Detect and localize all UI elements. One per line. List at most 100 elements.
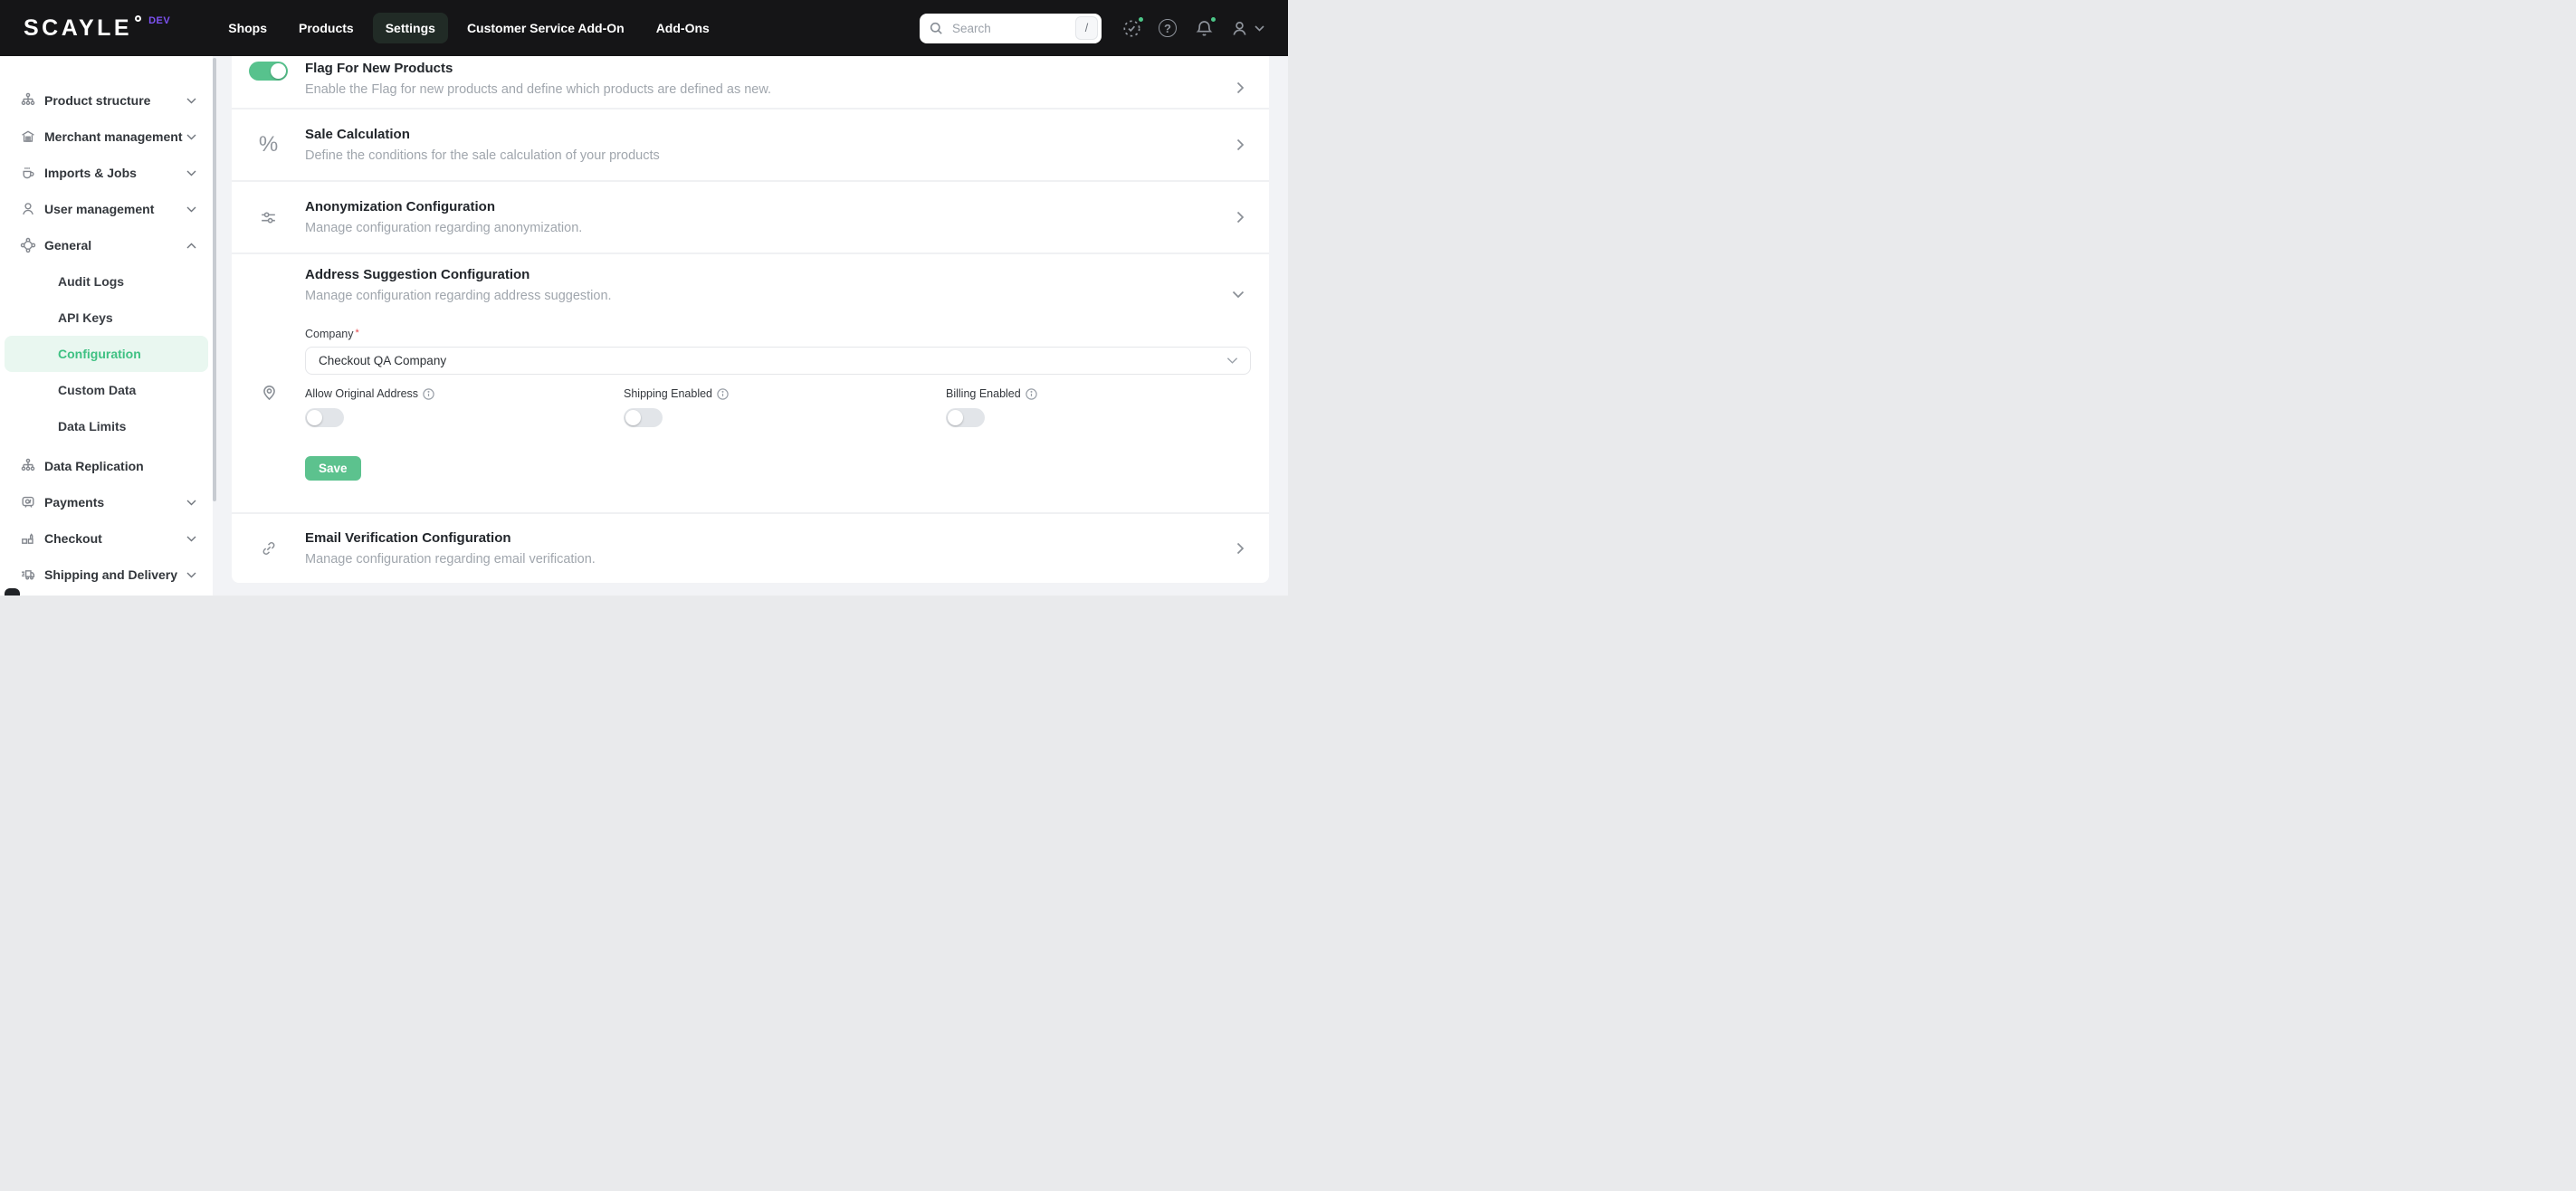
sitemap-icon bbox=[20, 458, 36, 474]
settings-card: Flag For New Products Enable the Flag fo… bbox=[232, 56, 1269, 583]
row-title: Address Suggestion Configuration bbox=[305, 267, 530, 282]
app-root: SCAYLE DEV Shops Products Settings Custo… bbox=[0, 0, 1288, 596]
sidebar-subitem-label: API Keys bbox=[58, 310, 113, 325]
billing-enabled-toggle[interactable] bbox=[946, 408, 985, 427]
logo-ring-icon bbox=[135, 14, 142, 22]
chevron-down-icon bbox=[186, 170, 196, 176]
sidebar-item-data-replication[interactable]: Data Replication bbox=[0, 448, 213, 484]
chevron-right-icon[interactable] bbox=[1236, 138, 1245, 151]
company-select[interactable]: Checkout QA Company bbox=[305, 347, 1251, 375]
user-icon bbox=[20, 201, 36, 217]
toggle-knob bbox=[948, 410, 963, 425]
save-button[interactable]: Save bbox=[305, 456, 361, 481]
bell-notification-dot bbox=[1209, 15, 1217, 24]
sidebar-item-checkout[interactable]: Checkout bbox=[0, 520, 213, 557]
sidebar-subitem-label: Data Limits bbox=[58, 419, 127, 434]
coffee-icon bbox=[20, 165, 36, 181]
settings-row-address-suggestion-configuration: Address Suggestion Configuration Manage … bbox=[232, 254, 1269, 512]
toggle-knob bbox=[271, 63, 286, 79]
chevron-right-icon[interactable] bbox=[1236, 542, 1245, 555]
sidebar-item-label: Checkout bbox=[44, 531, 102, 546]
topbar-icons: ? bbox=[1121, 15, 1264, 39]
main-content: Flag For New Products Enable the Flag fo… bbox=[216, 56, 1288, 596]
section-header[interactable]: Address Suggestion Configuration Manage … bbox=[305, 266, 1269, 304]
toggle-field-shipping-enabled: Shipping Enabled bbox=[624, 387, 946, 427]
sidebar-subitem-audit-logs[interactable]: Audit Logs bbox=[0, 263, 213, 300]
sidebar-item-general[interactable]: General bbox=[0, 227, 213, 263]
sidebar-item-payments[interactable]: Payments bbox=[0, 484, 213, 520]
help-icon[interactable]: ? bbox=[1157, 17, 1178, 39]
scayle-logo[interactable]: SCAYLE DEV bbox=[24, 14, 171, 41]
chevron-down-icon bbox=[186, 500, 196, 506]
user-avatar-icon bbox=[1229, 18, 1250, 39]
sidebar-item-user-management[interactable]: User management bbox=[0, 191, 213, 227]
row-description: Manage configuration regarding email ver… bbox=[305, 552, 596, 567]
row-description: Define the conditions for the sale calcu… bbox=[305, 148, 660, 163]
nav-customer-service-add-on[interactable]: Customer Service Add-On bbox=[454, 13, 637, 43]
sidebar-item-label: Payments bbox=[44, 495, 105, 510]
chevron-right-icon[interactable] bbox=[1236, 211, 1245, 224]
search-input[interactable] bbox=[950, 20, 1075, 36]
chevron-down-icon[interactable] bbox=[1232, 291, 1245, 299]
sidebar-item-product-structure[interactable]: Product structure bbox=[0, 82, 213, 119]
toggle-knob bbox=[307, 410, 322, 425]
row-description: Manage configuration regarding address s… bbox=[305, 289, 612, 303]
chevron-down-icon bbox=[186, 98, 196, 104]
chevron-right-icon[interactable] bbox=[1236, 81, 1245, 94]
flag-for-new-products-toggle[interactable] bbox=[249, 62, 288, 81]
info-icon[interactable] bbox=[423, 387, 434, 400]
chevron-down-icon bbox=[1255, 24, 1264, 32]
settings-row-sale-calculation[interactable]: % Sale Calculation Define the conditions… bbox=[232, 110, 1269, 180]
nav-shops[interactable]: Shops bbox=[215, 13, 280, 43]
nav-products[interactable]: Products bbox=[286, 13, 367, 43]
company-select-value: Checkout QA Company bbox=[319, 354, 447, 367]
settings-row-flag-for-new-products[interactable]: Flag For New Products Enable the Flag fo… bbox=[232, 56, 1269, 108]
bell-icon[interactable] bbox=[1193, 15, 1217, 39]
info-icon[interactable] bbox=[1026, 387, 1037, 400]
nav-settings[interactable]: Settings bbox=[372, 13, 448, 43]
row-description: Manage configuration regarding anonymiza… bbox=[305, 221, 583, 235]
shipping-enabled-toggle[interactable] bbox=[624, 408, 663, 427]
sidebar-subitem-data-limits[interactable]: Data Limits bbox=[0, 408, 213, 444]
location-pin-icon bbox=[260, 383, 279, 402]
sidebar-item-label: General bbox=[44, 238, 92, 252]
sidebar-subitem-label: Configuration bbox=[58, 347, 141, 361]
logo-text: SCAYLE bbox=[24, 14, 133, 41]
sidebar-subitem-configuration[interactable]: Configuration bbox=[5, 336, 208, 372]
allow-original-address-toggle[interactable] bbox=[305, 408, 344, 427]
settings-row-email-verification-configuration[interactable]: Email Verification Configuration Manage … bbox=[232, 514, 1269, 583]
address-suggestion-form: Company * Checkout QA Company Allow Origi… bbox=[305, 328, 1251, 512]
toggle-field-billing-enabled: Billing Enabled bbox=[946, 387, 1037, 427]
sidebar-subitem-label: Custom Data bbox=[58, 383, 137, 397]
chevron-down-icon bbox=[186, 206, 196, 213]
chat-widget-button[interactable] bbox=[5, 588, 20, 596]
sidebar-item-merchant-management[interactable]: Merchant management bbox=[0, 119, 213, 155]
sidebar: Product structure Merchant management Im… bbox=[0, 56, 213, 596]
settings-row-anonymization-configuration[interactable]: Anonymization Configuration Manage confi… bbox=[232, 182, 1269, 252]
sitemap-icon bbox=[20, 92, 36, 109]
row-title: Email Verification Configuration bbox=[305, 530, 511, 546]
info-icon[interactable] bbox=[717, 387, 729, 400]
nodes-icon bbox=[20, 237, 36, 253]
sidebar-item-shipping-and-delivery[interactable]: Shipping and Delivery bbox=[0, 557, 213, 593]
sidebar-subitem-api-keys[interactable]: API Keys bbox=[0, 300, 213, 336]
sliders-icon bbox=[259, 208, 278, 227]
chevron-down-icon bbox=[186, 572, 196, 578]
account-menu[interactable] bbox=[1229, 18, 1264, 39]
storefront-icon bbox=[20, 129, 36, 145]
sidebar-item-imports-jobs[interactable]: Imports & Jobs bbox=[0, 155, 213, 191]
nav-add-ons[interactable]: Add-Ons bbox=[644, 13, 722, 43]
sidebar-item-label: Data Replication bbox=[44, 459, 144, 473]
payment-icon bbox=[20, 494, 36, 510]
chevron-down-icon bbox=[186, 134, 196, 140]
sidebar-subitem-custom-data[interactable]: Custom Data bbox=[0, 372, 213, 408]
sidebar-item-label: Merchant management bbox=[44, 129, 183, 144]
search-box[interactable]: / bbox=[920, 13, 1102, 43]
status-check-icon[interactable] bbox=[1121, 15, 1145, 39]
env-badge: DEV bbox=[148, 14, 171, 26]
toggle-label: Shipping Enabled bbox=[624, 387, 946, 400]
toggle-fields-row: Allow Original Address Shipping Enabled bbox=[305, 387, 1233, 427]
search-icon bbox=[930, 22, 943, 35]
status-notification-dot bbox=[1137, 15, 1145, 24]
row-title: Flag For New Products bbox=[305, 61, 453, 76]
